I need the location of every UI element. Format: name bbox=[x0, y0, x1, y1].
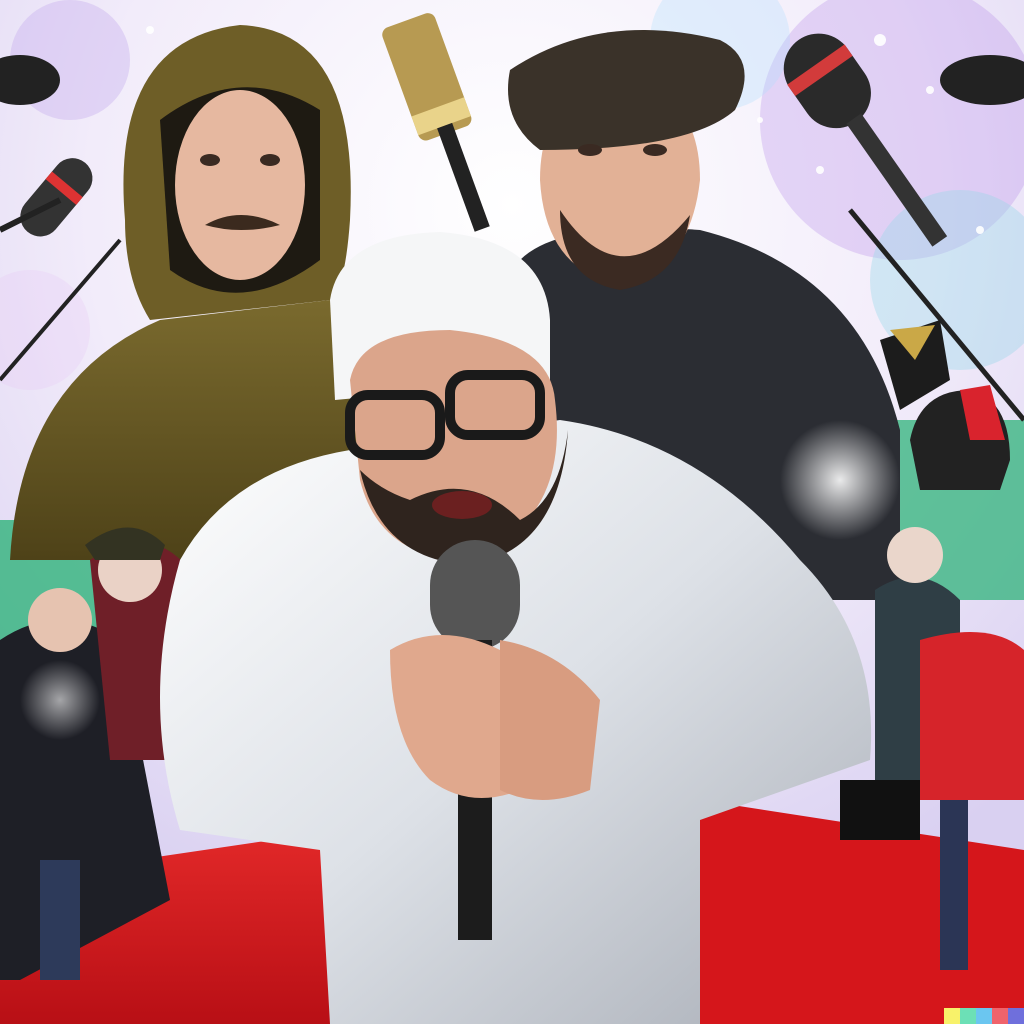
scene bbox=[0, 0, 1024, 1024]
brand-strip bbox=[944, 1008, 1024, 1024]
photo-collage bbox=[0, 0, 1024, 1024]
